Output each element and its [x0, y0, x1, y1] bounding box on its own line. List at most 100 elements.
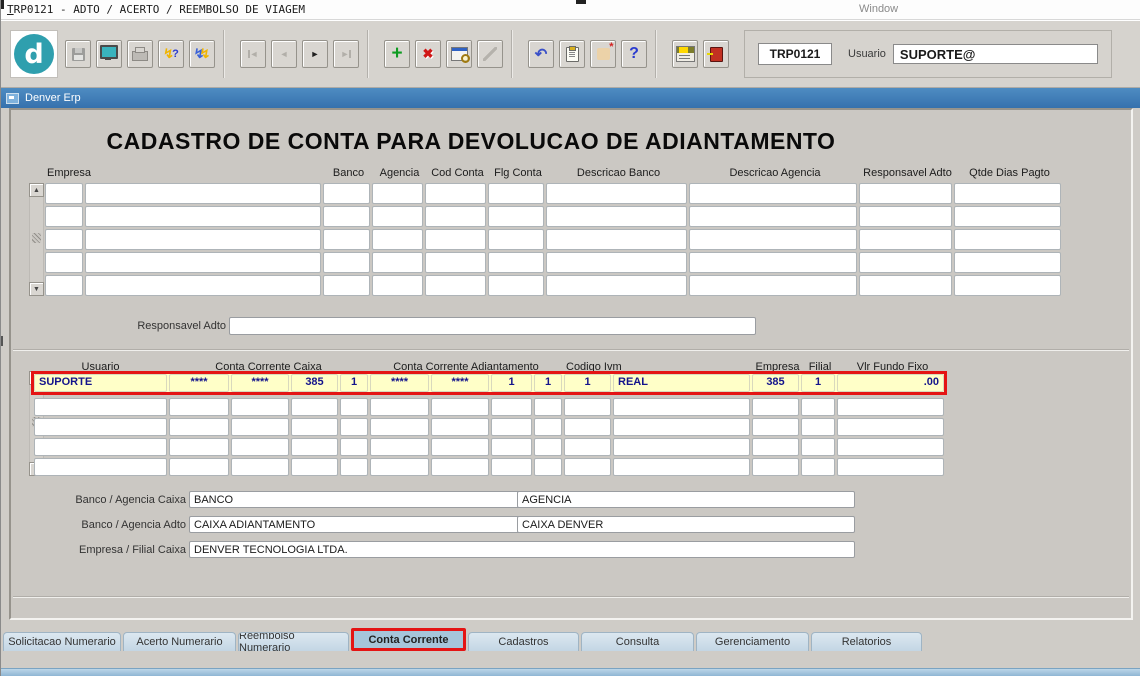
grid2-cell[interactable] [491, 418, 532, 436]
help-button[interactable]: ? [621, 40, 647, 68]
grid1-cell[interactable] [859, 183, 952, 204]
grid2-cell[interactable] [231, 438, 289, 456]
grid2-cell[interactable] [431, 438, 489, 456]
grid1-cell[interactable] [954, 252, 1061, 273]
grid1-cell[interactable] [488, 229, 544, 250]
grid1-cell[interactable] [859, 229, 952, 250]
grid2-cell[interactable] [491, 458, 532, 476]
grid2-cell[interactable] [370, 398, 429, 416]
grid2-cell[interactable] [613, 418, 750, 436]
grid2-cell-empresa[interactable]: 385 [752, 374, 799, 392]
grid1-cell[interactable] [85, 275, 321, 296]
screen-button[interactable] [96, 40, 122, 68]
grid1-cell[interactable] [323, 229, 370, 250]
print-button[interactable] [127, 40, 153, 68]
grid2-cell[interactable] [169, 458, 229, 476]
grid2-cell[interactable] [613, 438, 750, 456]
grid2-cell[interactable] [34, 418, 167, 436]
next-record-button[interactable]: ► [302, 40, 328, 68]
grid1-cell[interactable] [689, 229, 857, 250]
save-button[interactable] [65, 40, 91, 68]
grid2-cell[interactable] [837, 458, 944, 476]
enter-query-button[interactable]: ↯? [158, 40, 184, 68]
grid2-cell[interactable] [491, 398, 532, 416]
tab-reembolso-numerario[interactable]: Reembolso Numerario [238, 632, 349, 651]
grid2-cell[interactable] [431, 458, 489, 476]
grid1-cell[interactable] [425, 252, 486, 273]
grid2-cell[interactable] [613, 458, 750, 476]
grid2-cell[interactable] [291, 398, 338, 416]
grid2-cell[interactable]: 1 [564, 374, 611, 392]
grid2-cell[interactable] [169, 438, 229, 456]
exit-button[interactable] [703, 40, 729, 68]
grid2-cell[interactable] [837, 438, 944, 456]
grid1-cell[interactable] [323, 183, 370, 204]
grid1-cell[interactable] [546, 206, 687, 227]
grid2-cell[interactable]: **** [231, 374, 289, 392]
previous-record-button[interactable]: ◄ [271, 40, 297, 68]
grid2-cell[interactable] [613, 398, 750, 416]
grid2-cell-vlr-fundo-fixo[interactable]: .00 [837, 374, 944, 392]
grid1-cell[interactable] [372, 252, 423, 273]
grid1-cell[interactable] [689, 206, 857, 227]
grid1-cell[interactable] [425, 229, 486, 250]
grid1-cell[interactable] [425, 275, 486, 296]
grid1-cell[interactable] [85, 206, 321, 227]
grid1-cell[interactable] [372, 275, 423, 296]
grid1-cell[interactable] [546, 229, 687, 250]
tab-gerenciamento[interactable]: Gerenciamento [696, 632, 809, 651]
grid1-cell[interactable] [488, 275, 544, 296]
grid2-cell[interactable] [169, 398, 229, 416]
grid1-cell[interactable] [954, 206, 1061, 227]
grid1-cell[interactable] [954, 275, 1061, 296]
grid2-cell[interactable] [370, 458, 429, 476]
grid2-cell-moeda[interactable]: REAL [613, 374, 750, 392]
grid2-cell[interactable]: **** [370, 374, 429, 392]
scroll-up-icon[interactable]: ▲ [29, 183, 44, 197]
grid2-cell[interactable]: **** [169, 374, 229, 392]
grid2-cell[interactable] [431, 418, 489, 436]
delete-record-button[interactable]: ✖ [415, 40, 441, 68]
grid2-cell[interactable] [340, 438, 368, 456]
edit-record-button[interactable] [446, 40, 472, 68]
first-record-button[interactable]: ◄ [240, 40, 266, 68]
grid2-cell[interactable]: **** [431, 374, 489, 392]
empresa-filial-caixa-field[interactable]: DENVER TECNOLOGIA LTDA. [189, 541, 855, 558]
scroll-down-icon[interactable]: ▼ [29, 282, 44, 296]
grid1-cell[interactable] [85, 183, 321, 204]
grid2-cell-filial[interactable]: 1 [801, 374, 835, 392]
grid1-cell[interactable] [323, 206, 370, 227]
grid2-cell[interactable]: 1 [491, 374, 532, 392]
grid2-cell[interactable] [534, 438, 562, 456]
banco-agencia-caixa-field-1[interactable]: BANCO [189, 491, 524, 508]
grid1-cell[interactable] [488, 206, 544, 227]
grid2-cell[interactable] [837, 398, 944, 416]
clipboard-button[interactable] [559, 40, 585, 68]
banco-agencia-adto-field-1[interactable]: CAIXA ADIANTAMENTO [189, 516, 524, 533]
grid2-cell[interactable] [340, 418, 368, 436]
banco-agencia-adto-field-2[interactable]: CAIXA DENVER [517, 516, 855, 533]
grid1-scroll-track[interactable] [29, 197, 44, 282]
grid2-cell[interactable] [231, 398, 289, 416]
menu-window[interactable]: Window [859, 3, 929, 15]
last-record-button[interactable]: ► [333, 40, 359, 68]
program-code-field[interactable]: TRP0121 [758, 43, 832, 65]
banco-agencia-caixa-field-2[interactable]: AGENCIA [517, 491, 855, 508]
tab-consulta[interactable]: Consulta [581, 632, 694, 651]
grid2-cell[interactable] [752, 398, 799, 416]
grid1-cell[interactable] [689, 275, 857, 296]
execute-query-button[interactable]: ↯↯ [189, 40, 215, 68]
grid2-cell[interactable] [169, 418, 229, 436]
grid2-cell[interactable] [564, 398, 611, 416]
grid2-cell[interactable] [431, 398, 489, 416]
grid2-cell[interactable] [534, 418, 562, 436]
grid2-cell[interactable] [340, 458, 368, 476]
grid1-cell[interactable] [859, 206, 952, 227]
grid1-cell[interactable] [859, 252, 952, 273]
tab-acerto-numerario[interactable]: Acerto Numerario [123, 632, 236, 651]
tab-conta-corrente[interactable]: Conta Corrente [351, 628, 466, 651]
grid1-cell[interactable] [45, 229, 83, 250]
grid1-cell[interactable] [689, 183, 857, 204]
grid1-scroll-thumb[interactable] [32, 233, 41, 243]
tab-relatorios[interactable]: Relatorios [811, 632, 922, 651]
